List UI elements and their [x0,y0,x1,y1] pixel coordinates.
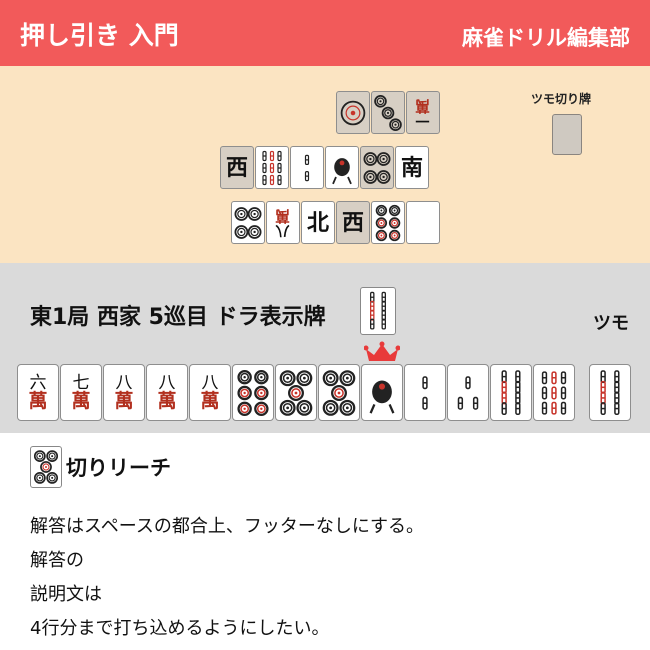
tsumogiri-legend-label: ツモ切り牌 [531,92,592,106]
mahjong-tile [336,91,370,134]
page-title: 押し引き 入門 [20,21,179,50]
mahjong-tile: 西 [336,201,370,244]
player-hand: 六萬七萬八萬八萬八萬 [17,364,575,421]
mahjong-tile [404,364,446,421]
mahjong-tile [371,91,405,134]
answer-text: 切りリーチ [66,456,171,480]
mahjong-tile [406,201,440,244]
mahjong-tile: 六萬 [17,364,59,421]
explanation: 解答はスペースの都合上、フッターなしにする。 解答の 説明文は 4行分まで打ち込… [30,510,424,646]
mahjong-tile [290,146,324,189]
crown-icon [364,341,400,361]
river-row-2: 西南 [220,146,429,189]
mahjong-tile [360,146,394,189]
mahjong-tile: 八萬 [189,364,231,421]
mahjong-tile [447,364,489,421]
mahjong-tile: 八萬 [266,201,300,244]
brand-label: 麻雀ドリル編集部 [462,26,630,50]
explanation-line: 解答の [30,550,84,571]
mahjong-tile: 西 [220,146,254,189]
answer-tile [30,446,62,488]
mahjong-tile [589,364,631,421]
drawn-tile-slot [589,364,631,421]
mahjong-tile [325,146,359,189]
round-info: 東1局 西家 5巡目 ドラ表示牌 [30,305,326,330]
mahjong-tile: 八萬 [146,364,188,421]
river-row-3: 八萬北西 [231,201,440,244]
mahjong-tile [232,364,274,421]
mahjong-tile [371,201,405,244]
tsumogiri-legend-swatch [552,114,582,155]
mahjong-tile: 一萬 [406,91,440,134]
mahjong-tile [533,364,575,421]
discard-river: 一萬 西南 八萬北西 ツモ切り牌 [0,66,650,263]
mahjong-tile [361,364,403,421]
explanation-line: 説明文は [30,584,102,605]
explanation-line: 解答はスペースの都合上、フッターなしにする。 [30,516,425,537]
explanation-line: 4行分まで打ち込めるようにしたい。 [30,618,330,639]
mahjong-tile [275,364,317,421]
mahjong-tile: 北 [301,201,335,244]
mahjong-tile: 南 [395,146,429,189]
header-bar: 押し引き 入門 麻雀ドリル編集部 [0,0,650,66]
river-row-1: 一萬 [336,91,440,134]
mahjong-tile: 八萬 [103,364,145,421]
mahjong-tile [490,364,532,421]
dora-indicator-tile [360,287,396,335]
mahjong-tile [231,201,265,244]
mahjong-tile [255,146,289,189]
tsumo-label: ツモ [593,313,629,334]
hand-area: 東1局 西家 5巡目 ドラ表示牌 ツモ 六萬七萬八萬八萬八萬 [0,263,650,433]
answer-heading: 切りリーチ [30,446,171,488]
mahjong-tile [318,364,360,421]
mahjong-tile: 七萬 [60,364,102,421]
